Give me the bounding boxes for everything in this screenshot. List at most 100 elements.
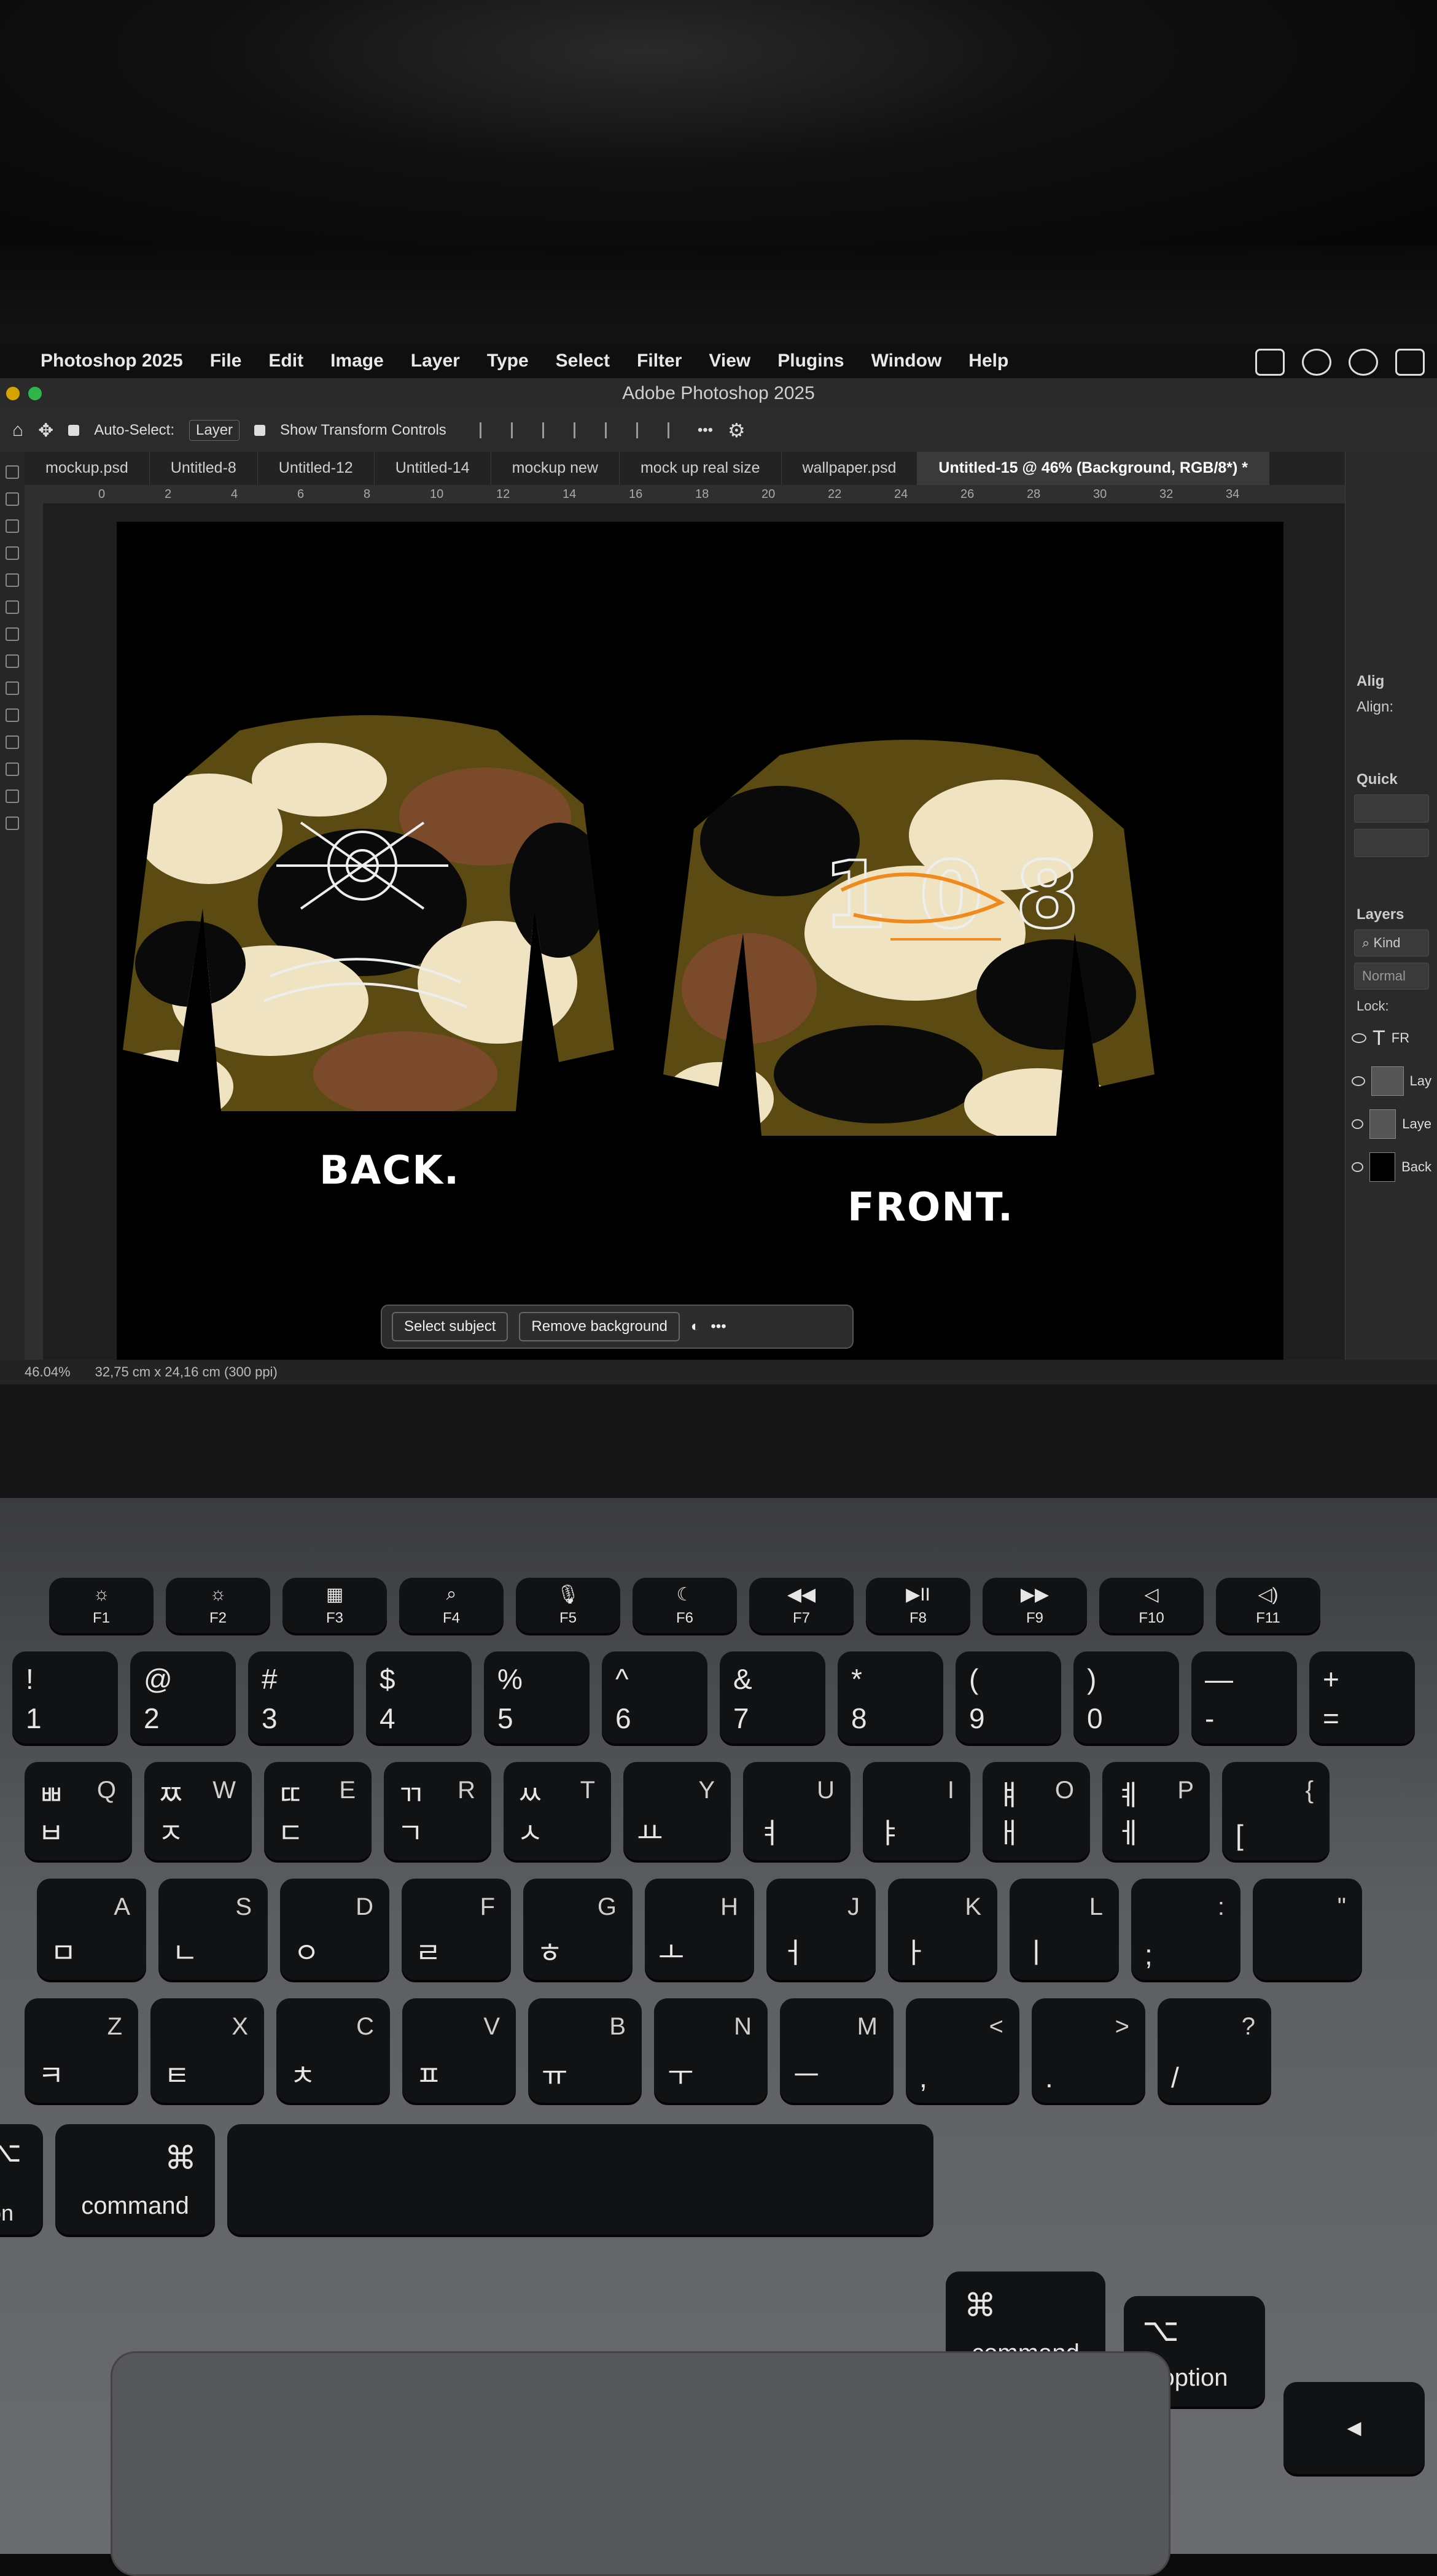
- key-=[interactable]: + =: [1309, 1651, 1415, 1744]
- key-j[interactable]: Jㅓ: [766, 1879, 876, 1980]
- key-k[interactable]: Kㅏ: [888, 1879, 997, 1980]
- zoom-level[interactable]: 46.04%: [25, 1364, 71, 1380]
- key-d[interactable]: Dㅇ: [280, 1879, 389, 1980]
- align-center-icon[interactable]: [510, 422, 526, 438]
- key-arrow-left[interactable]: ◀: [1283, 2382, 1425, 2474]
- key-a[interactable]: Aㅁ: [37, 1879, 146, 1980]
- tab-mockup-new[interactable]: mockup new: [491, 452, 620, 485]
- key-l[interactable]: Lㅣ: [1010, 1879, 1119, 1980]
- visibility-eye-icon[interactable]: [1352, 1076, 1366, 1086]
- lasso-tool[interactable]: [6, 519, 19, 533]
- key->[interactable]: >.: [1032, 1998, 1145, 2103]
- key-f7[interactable]: ◀◀ F7: [749, 1578, 854, 1633]
- key-f[interactable]: Fㄹ: [402, 1879, 511, 1980]
- key-2[interactable]: @2: [130, 1651, 236, 1744]
- align-top-icon[interactable]: [573, 422, 589, 438]
- visibility-eye-icon[interactable]: [1352, 1033, 1366, 1043]
- mask-icon[interactable]: ◐: [691, 1318, 700, 1335]
- blend-mode-select[interactable]: Normal: [1354, 963, 1429, 990]
- gear-icon[interactable]: ⚙: [728, 419, 746, 442]
- key-f3[interactable]: ▦ F3: [282, 1578, 387, 1633]
- menu-plugins[interactable]: Plugins: [777, 351, 844, 371]
- key-m[interactable]: Mㅡ: [780, 1998, 894, 2103]
- menu-window[interactable]: Window: [871, 351, 942, 371]
- menu-help[interactable]: Help: [968, 351, 1008, 371]
- crop-tool[interactable]: [6, 546, 19, 560]
- menu-edit[interactable]: Edit: [268, 351, 303, 371]
- key-8[interactable]: * 8: [838, 1651, 943, 1744]
- close-window-icon[interactable]: [6, 387, 20, 400]
- key-<[interactable]: <,: [906, 1998, 1019, 2103]
- key-u[interactable]: ㅕU: [743, 1762, 851, 1860]
- app-menu[interactable]: Photoshop 2025: [41, 351, 183, 371]
- tab-untitled-8[interactable]: Untitled-8: [150, 452, 258, 485]
- align-bottom-icon[interactable]: [636, 422, 652, 438]
- zoom-tool[interactable]: [6, 817, 19, 830]
- select-subject-button[interactable]: Select subject: [392, 1312, 508, 1341]
- align-right-icon[interactable]: [542, 422, 558, 438]
- key-z[interactable]: Zㅋ: [25, 1998, 138, 2103]
- layer-row-background[interactable]: Back: [1352, 1148, 1431, 1186]
- status-icon-1[interactable]: [1255, 349, 1285, 376]
- tab-mockup-real-size[interactable]: mock up real size: [620, 452, 782, 485]
- key-command-left[interactable]: ⌘ command: [55, 2124, 215, 2235]
- align-panel-title[interactable]: Alig: [1357, 673, 1437, 690]
- key-option-left[interactable]: ⌥ on: [0, 2124, 43, 2235]
- key-f9[interactable]: ▶▶ F9: [983, 1578, 1087, 1633]
- key-f8[interactable]: ▶II F8: [866, 1578, 970, 1633]
- key-f2[interactable]: ☼ F2: [166, 1578, 270, 1633]
- key-:[interactable]: :;: [1131, 1879, 1240, 1980]
- menu-image[interactable]: Image: [330, 351, 384, 371]
- quick-action-field-1[interactable]: [1354, 794, 1429, 823]
- quick-action-field-2[interactable]: [1354, 829, 1429, 857]
- align-left-icon[interactable]: [479, 422, 495, 438]
- key-4[interactable]: $4: [366, 1651, 472, 1744]
- key-t[interactable]: ㅆㅅ T: [504, 1762, 611, 1860]
- key-w[interactable]: ㅉㅈ W: [144, 1762, 252, 1860]
- artboard[interactable]: BACK. 1 0 8 FRONT.: [117, 522, 1283, 1363]
- play-icon[interactable]: [1349, 349, 1378, 376]
- layer-row-1[interactable]: Lay: [1352, 1062, 1431, 1100]
- menu-file[interactable]: File: [210, 351, 242, 371]
- key-q[interactable]: ㅃㅂ Q: [25, 1762, 132, 1860]
- transform-controls-checkbox[interactable]: [254, 425, 266, 436]
- key-{[interactable]: [{: [1222, 1762, 1330, 1860]
- key-f5[interactable]: 🎙 F5: [516, 1578, 620, 1633]
- layer-row-text[interactable]: T FR: [1352, 1019, 1431, 1057]
- tab-wallpaper[interactable]: wallpaper.psd: [782, 452, 918, 485]
- layer-row-2[interactable]: Laye: [1352, 1105, 1431, 1143]
- menu-type[interactable]: Type: [487, 351, 529, 371]
- hand-tool[interactable]: [6, 789, 19, 803]
- auto-select-checkbox[interactable]: [68, 425, 80, 436]
- auto-select-dropdown[interactable]: Layer: [189, 420, 240, 441]
- key-5[interactable]: % 5: [484, 1651, 590, 1744]
- key-r[interactable]: ㄲㄱ R: [384, 1762, 491, 1860]
- key-s[interactable]: Sㄴ: [158, 1879, 268, 1980]
- key-f4[interactable]: ⌕ F4: [399, 1578, 504, 1633]
- tab-untitled-12[interactable]: Untitled-12: [258, 452, 375, 485]
- home-icon[interactable]: ⌂: [12, 420, 23, 441]
- status-icon-4[interactable]: [1395, 349, 1425, 376]
- key-v[interactable]: Vㅍ: [402, 1998, 516, 2103]
- key-0[interactable]: ) 0: [1073, 1651, 1179, 1744]
- menu-filter[interactable]: Filter: [637, 351, 682, 371]
- visibility-eye-icon[interactable]: [1352, 1162, 1363, 1172]
- key-7[interactable]: & 7: [720, 1651, 825, 1744]
- taskbar-more-button[interactable]: •••: [711, 1318, 726, 1335]
- key-space[interactable]: [227, 2124, 933, 2235]
- key-1[interactable]: ! 1: [12, 1651, 118, 1744]
- key-h[interactable]: Hㅗ: [645, 1879, 754, 1980]
- zoom-window-icon[interactable]: [28, 387, 42, 400]
- key-c[interactable]: Cㅊ: [276, 1998, 390, 2103]
- canvas-area[interactable]: BACK. 1 0 8 FRONT.: [43, 503, 1345, 1363]
- key--[interactable]: — -: [1191, 1651, 1297, 1744]
- key-e[interactable]: ㄸㄷ E: [264, 1762, 372, 1860]
- key-6[interactable]: ^ 6: [602, 1651, 707, 1744]
- align-middle-icon[interactable]: [604, 422, 620, 438]
- layers-tab[interactable]: Layers: [1357, 906, 1437, 923]
- key-3[interactable]: #3: [248, 1651, 354, 1744]
- eyedropper-tool[interactable]: [6, 573, 19, 587]
- key-i[interactable]: ㅑI: [863, 1762, 970, 1860]
- key-g[interactable]: Gㅎ: [523, 1879, 633, 1980]
- brush-tool[interactable]: [6, 600, 19, 614]
